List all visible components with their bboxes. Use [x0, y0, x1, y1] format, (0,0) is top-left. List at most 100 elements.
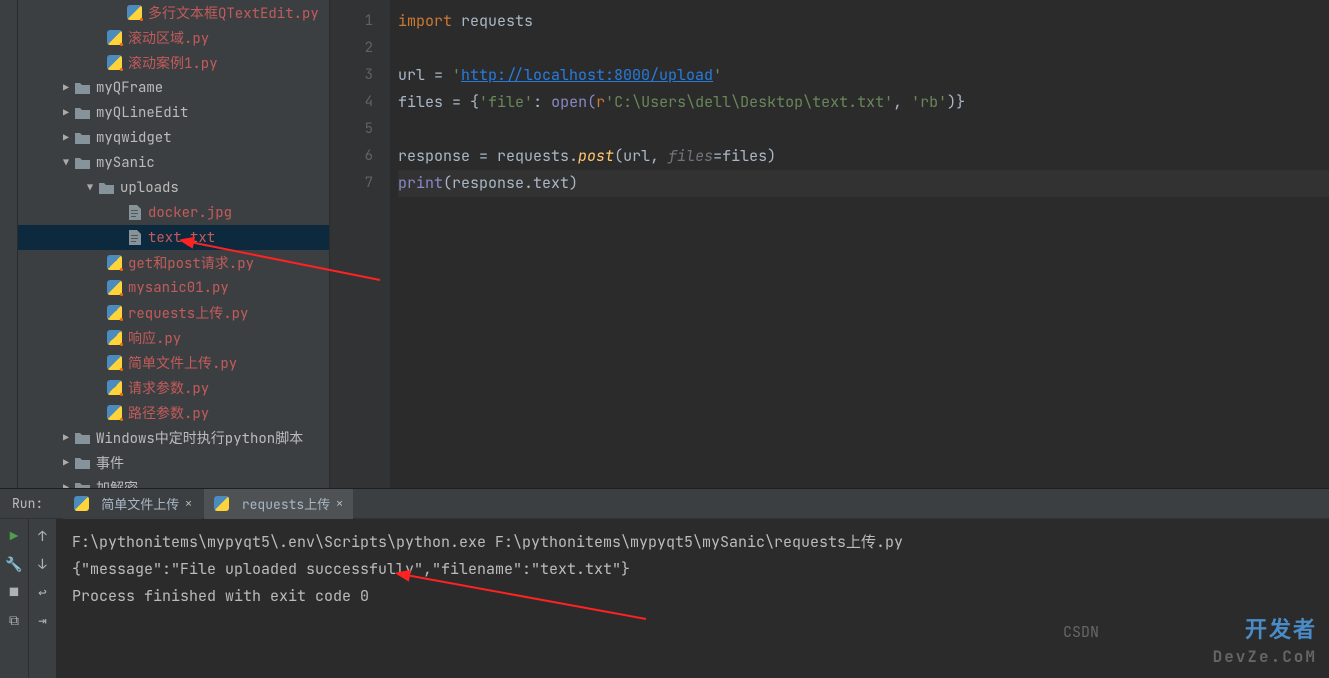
folder-icon [74, 430, 90, 446]
run-header: Run: 简单文件上传 ✕ requests上传 ✕ [0, 489, 1329, 519]
line-number: 1 [330, 8, 374, 35]
close-icon[interactable]: ✕ [185, 497, 192, 511]
tree-item[interactable]: ▼uploads [18, 175, 329, 200]
tree-item[interactable]: ▼ mySanic [18, 150, 329, 175]
run-tab-2[interactable]: requests上传 ✕ [204, 489, 353, 519]
watermark-title: 开发者 [1245, 616, 1317, 643]
tree-item[interactable]: ▶ myqwidget [18, 125, 329, 150]
tree-item[interactable]: 多行文本框QTextEdit.py [18, 0, 329, 25]
run-tab-1[interactable]: 简单文件上传 ✕ [63, 489, 202, 519]
code-editor[interactable]: 1234567 import requests url = 'http://lo… [330, 0, 1329, 488]
tree-item[interactable]: docker.jpg [18, 200, 329, 225]
python-icon [106, 55, 122, 71]
tree-item[interactable]: text.txt [18, 225, 329, 250]
str: 'rb' [911, 92, 947, 112]
tree-item[interactable]: mysanic01.py [18, 275, 329, 300]
file-icon [126, 230, 142, 246]
scroll-icon[interactable]: ⇥ [35, 613, 51, 629]
tree-item-label: 滚动案例1.py [128, 53, 218, 73]
tree-item[interactable]: 简单文件上传.py [18, 350, 329, 375]
tree-item[interactable]: ▶ myQFrame [18, 75, 329, 100]
line-number: 6 [330, 143, 374, 170]
close-icon[interactable]: ✕ [336, 497, 343, 511]
url-link[interactable]: http://localhost:8000/upload [461, 65, 713, 85]
line-number: 7 [330, 170, 374, 197]
python-icon [126, 5, 142, 21]
chevron-icon[interactable]: ▶ [58, 431, 74, 444]
up-arrow-icon[interactable]: ↑ [35, 529, 51, 545]
tree-item[interactable]: ▶ Windows中定时执行python脚本 [18, 425, 329, 450]
folder-icon [74, 105, 90, 121]
op: = [479, 146, 488, 166]
tree-item[interactable]: ▶ myQLineEdit [18, 100, 329, 125]
chevron-icon[interactable]: ▶ [58, 131, 74, 144]
tree-item-label: 路径参数.py [128, 403, 209, 423]
stop-icon[interactable]: ■ [6, 585, 22, 601]
python-icon [106, 280, 122, 296]
run-tool-window: Run: 简单文件上传 ✕ requests上传 ✕ ▶ 🔧 ■ ⧉ ↑ ↓ ↩… [0, 488, 1329, 678]
tree-item[interactable]: 请求参数.py [18, 375, 329, 400]
mod-ref: requests. [488, 146, 578, 166]
chevron-icon[interactable]: ▼ [82, 181, 98, 194]
tree-item[interactable]: 滚动案例1.py [18, 50, 329, 75]
tree-item[interactable]: ▶加解密 [18, 475, 329, 488]
code-area[interactable]: import requests url = 'http://localhost:… [390, 0, 1329, 488]
tree-item-label: Windows中定时执行python脚本 [96, 428, 303, 448]
tree-item[interactable]: requests上传.py [18, 300, 329, 325]
down-arrow-icon[interactable]: ↓ [35, 557, 51, 573]
tree-item-label: 多行文本框QTextEdit.py [148, 3, 319, 23]
chevron-icon[interactable]: ▶ [58, 106, 74, 119]
line-number: 5 [330, 116, 374, 143]
project-tree[interactable]: 多行文本框QTextEdit.py滚动区域.py 滚动案例1.py ▶ myQFram… [18, 0, 330, 488]
builtin: open( [542, 92, 596, 112]
args: (response.text [443, 173, 569, 193]
tree-item-label: myqwidget [96, 129, 172, 147]
str: 'C:\Users\dell\Desktop\text.txt' [605, 92, 893, 112]
prefix: r [596, 92, 605, 112]
console-line: {"message":"File uploaded successfully",… [72, 556, 1313, 583]
var: url [398, 65, 434, 85]
tree-item-label: 简单文件上传.py [128, 353, 237, 373]
tree-item[interactable]: 响应.py [18, 325, 329, 350]
tree-item-label: mySanic [96, 154, 155, 172]
python-icon [214, 496, 230, 512]
tab-label: 简单文件上传 [101, 494, 179, 513]
args: (url, [614, 146, 668, 166]
tree-item-label: myQLineEdit [96, 104, 188, 122]
console-line: Process finished with exit code 0 [72, 583, 1313, 610]
python-icon [106, 380, 122, 396]
wrench-icon[interactable]: 🔧 [6, 557, 22, 573]
tree-item-label: 请求参数.py [128, 378, 209, 398]
layout-icon[interactable]: ⧉ [6, 613, 22, 629]
console-output[interactable]: F:\pythonitems\mypyqt5\.env\Scripts\pyth… [56, 519, 1329, 678]
play-icon[interactable]: ▶ [6, 529, 22, 545]
chevron-icon[interactable]: ▶ [58, 81, 74, 94]
line-number: 4 [330, 89, 374, 116]
watermark-csdn: CSDN [1063, 619, 1099, 646]
kwarg: files [668, 146, 713, 166]
args: =files) [713, 146, 776, 166]
line-number: 3 [330, 62, 374, 89]
str: 'file' [479, 92, 533, 112]
tree-item[interactable]: 滚动区域.py [18, 25, 329, 50]
watermark-sub: DevZe.CoM [1213, 643, 1317, 670]
run-label: Run: [12, 495, 43, 512]
call: post [578, 146, 614, 166]
brace: { [461, 92, 479, 112]
tree-item[interactable]: ▶事件 [18, 450, 329, 475]
str: ' [443, 65, 461, 85]
tree-item[interactable]: get和post请求.py [18, 250, 329, 275]
chevron-icon[interactable]: ▶ [58, 481, 74, 488]
keyword: import [398, 11, 452, 31]
tree-item-label: myQFrame [96, 79, 163, 97]
python-icon [73, 496, 89, 512]
tree-item[interactable]: 路径参数.py [18, 400, 329, 425]
python-icon [106, 30, 122, 46]
console-line: F:\pythonitems\mypyqt5\.env\Scripts\pyth… [72, 529, 1313, 556]
python-icon [106, 305, 122, 321]
wrap-icon[interactable]: ↩ [35, 585, 51, 601]
tree-item-label: get和post请求.py [128, 253, 254, 273]
chevron-icon[interactable]: ▼ [58, 156, 74, 169]
chevron-icon[interactable]: ▶ [58, 456, 74, 469]
run-toolbar-left2: ↑ ↓ ↩ ⇥ [28, 519, 56, 678]
